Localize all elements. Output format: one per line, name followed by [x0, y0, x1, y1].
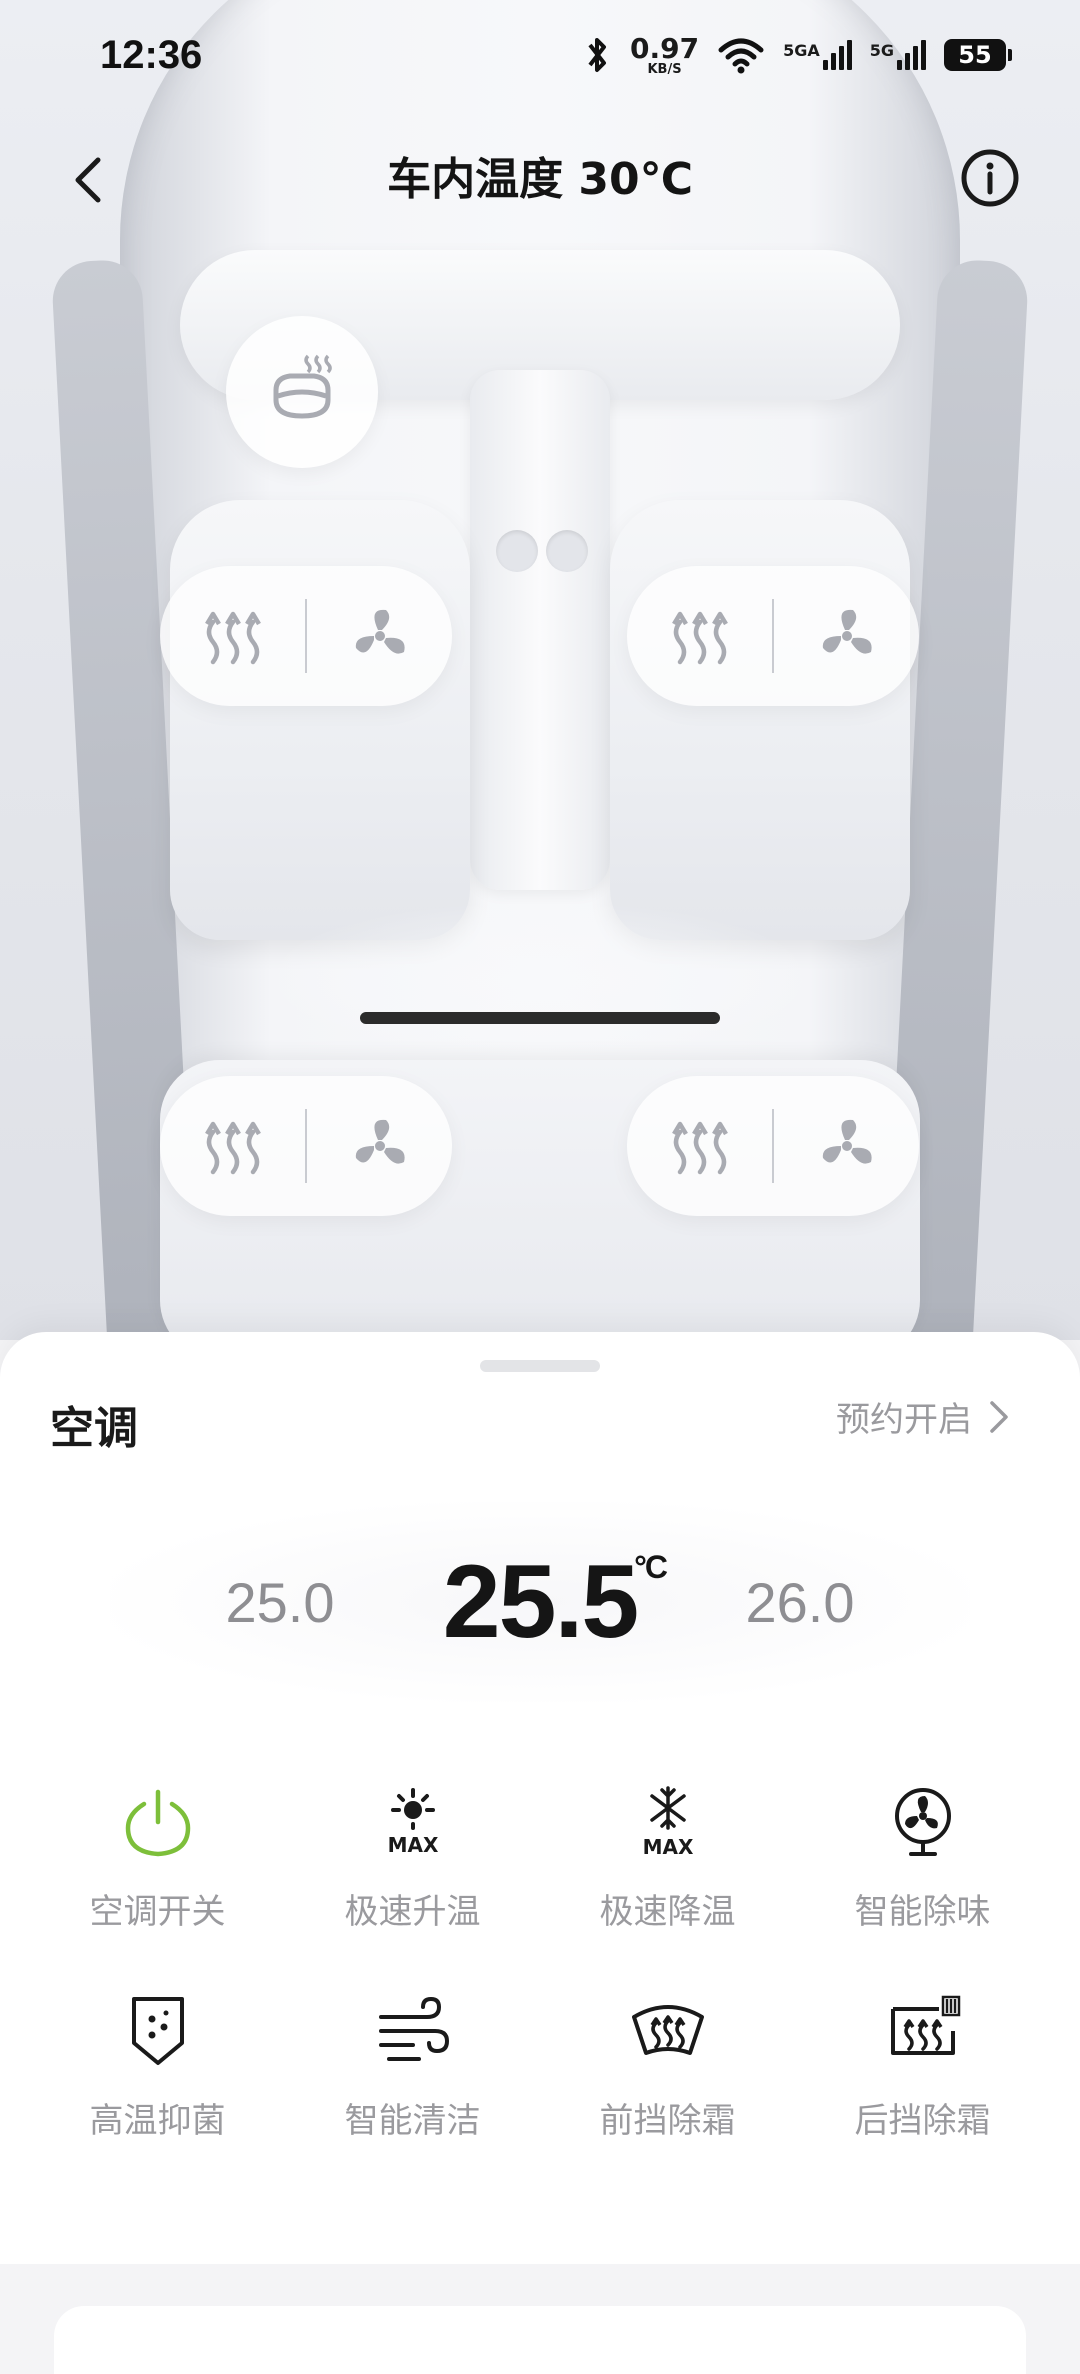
fan-icon	[894, 1788, 951, 1856]
function-label: 前挡除霜	[599, 2101, 736, 2141]
next-card-peek	[0, 2264, 1080, 2374]
svg-text:MAX: MAX	[387, 1833, 438, 1857]
status-icons: 0.97 KB/S 5GA 5G 55	[582, 31, 1012, 77]
front-defrost-icon	[631, 2005, 704, 2055]
front-left-seat-fan-button[interactable]	[307, 566, 452, 706]
status-bar: 12:36 0.97 KB/S 5GA 5G 55	[0, 0, 1080, 110]
high-temp-sterilize-button[interactable]: 高温抑菌	[30, 1991, 285, 2142]
bluetooth-icon	[588, 38, 606, 72]
function-grid: 空调开关 MAX 极速升温 MAX 极速降温 智能除味 高温抑菌 智能清洁 前挡…	[30, 1782, 1050, 2142]
temp-current-value: 25.5	[442, 1543, 639, 1660]
front-left-seat-controls	[160, 566, 452, 706]
sterilize-icon	[131, 1997, 184, 2065]
steering-wheel-heat-button[interactable]	[226, 316, 378, 468]
schedule-start-link[interactable]: 预约开启	[836, 1392, 1010, 1441]
temp-unit: °C	[634, 1548, 668, 1585]
seat-heat-icon	[204, 1121, 261, 1175]
wifi-icon	[718, 38, 764, 74]
front-right-seat-heat-button[interactable]	[627, 566, 772, 706]
front-left-seat-heat-button[interactable]	[160, 566, 305, 706]
temp-current: 25.5 °C	[410, 1543, 670, 1662]
rear-right-seat-fan-button[interactable]	[774, 1076, 919, 1216]
max-cool-icon: MAX	[642, 1786, 693, 1859]
floor-area	[260, 900, 820, 1060]
rear-right-seat-heat-button[interactable]	[627, 1076, 772, 1216]
rear-defrost-icon	[890, 1995, 960, 2055]
battery-icon: 55	[944, 39, 1012, 71]
cell-signal-1: 5GA	[783, 40, 852, 70]
seat-heat-icon	[671, 611, 728, 665]
function-label: 空调开关	[89, 1892, 226, 1932]
temperature-picker[interactable]: 25.0 25.5 °C 26.0	[110, 1502, 970, 1702]
ac-power-toggle[interactable]: 空调开关	[30, 1782, 285, 1933]
smart-deodorize-button[interactable]: 智能除味	[795, 1782, 1050, 1933]
function-label: 高温抑菌	[89, 2101, 226, 2141]
rear-defrost-button[interactable]: 后挡除霜	[795, 1991, 1050, 2142]
seat-fan-icon	[822, 609, 872, 654]
function-label: 极速升温	[344, 1892, 481, 1932]
signal-bars-icon	[897, 40, 926, 70]
ac-control-sheet: 空调 预约开启 25.0 25.5 °C 26.0 空调开关 MAX 极速升温 M…	[0, 1332, 1080, 2374]
next-card[interactable]	[54, 2306, 1026, 2374]
front-defrost-button[interactable]: 前挡除霜	[540, 1991, 795, 2142]
smart-clean-button[interactable]: 智能清洁	[285, 1991, 540, 2142]
function-label: 极速降温	[599, 1892, 736, 1932]
seat-heat-icon	[204, 611, 261, 665]
section-title: 空调	[50, 1403, 138, 1454]
rear-left-seat-heat-button[interactable]	[160, 1076, 305, 1216]
cup-holder	[496, 530, 538, 572]
cup-holder	[546, 530, 588, 572]
home-indicator[interactable]	[360, 1012, 720, 1024]
temp-option-higher[interactable]: 26.0	[670, 1570, 930, 1635]
front-right-seat-controls	[627, 566, 919, 706]
top-header: 车内温度 30℃	[0, 130, 1080, 230]
rear-right-seat-controls	[627, 1076, 919, 1216]
svg-text:MAX: MAX	[642, 1835, 693, 1859]
network-speed: 0.97 KB/S	[629, 31, 700, 77]
function-label: 智能清洁	[344, 2101, 481, 2141]
rear-left-seat-controls	[160, 1076, 452, 1216]
wind-clean-icon	[378, 1996, 449, 2061]
sheet-drag-handle[interactable]	[480, 1360, 600, 1372]
temp-option-lower[interactable]: 25.0	[150, 1570, 410, 1635]
max-heat-icon: MAX	[387, 1788, 438, 1857]
power-icon	[125, 1789, 190, 1857]
rear-left-seat-fan-button[interactable]	[307, 1076, 452, 1216]
seat-heat-icon	[671, 1121, 728, 1175]
rapid-heat-button[interactable]: MAX 极速升温	[285, 1782, 540, 1933]
seat-fan-icon	[355, 1119, 405, 1164]
function-label: 智能除味	[854, 1892, 991, 1932]
status-time: 12:36	[100, 32, 203, 77]
info-icon[interactable]	[958, 146, 1022, 210]
function-label: 后挡除霜	[854, 2101, 991, 2141]
cell-signal-2: 5G	[870, 40, 926, 70]
front-right-seat-fan-button[interactable]	[774, 566, 919, 706]
center-console	[470, 370, 610, 890]
signal-bars-icon	[822, 40, 852, 70]
seat-fan-icon	[355, 609, 405, 654]
steering-wheel-heat-icon	[273, 354, 332, 419]
chevron-right-icon	[990, 1400, 1008, 1433]
rapid-cool-button[interactable]: MAX 极速降温	[540, 1782, 795, 1933]
schedule-label: 预约开启	[836, 1400, 972, 1440]
page-title: 车内温度 30℃	[387, 154, 693, 205]
seat-fan-icon	[822, 1119, 872, 1164]
